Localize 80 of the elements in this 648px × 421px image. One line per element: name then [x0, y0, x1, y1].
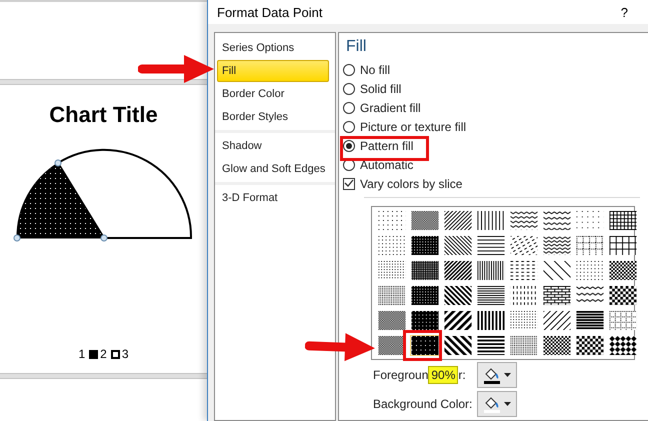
selection-handle[interactable] — [54, 160, 62, 166]
radio-label[interactable]: Picture or texture fill — [360, 120, 466, 134]
radio-label[interactable]: Solid fill — [360, 82, 402, 96]
pattern-swatch-icon[interactable] — [377, 285, 407, 306]
pattern-swatch-icon[interactable] — [476, 335, 506, 356]
legend-label: 3 — [122, 347, 129, 361]
category-item[interactable]: Glow and Soft Edges — [217, 158, 329, 180]
selection-handle[interactable] — [14, 234, 20, 242]
caret-icon — [504, 373, 510, 377]
pattern-swatch-icon[interactable] — [542, 285, 572, 306]
radio-button[interactable] — [343, 102, 355, 114]
radio-button[interactable] — [343, 82, 355, 94]
tooltip: 90% — [428, 366, 458, 384]
radio-button[interactable] — [343, 120, 355, 132]
section-heading: Fill — [346, 38, 368, 57]
category-item[interactable]: Series Options — [217, 37, 329, 59]
pattern-swatch-icon[interactable] — [509, 335, 539, 356]
legend-marker-icon — [89, 350, 98, 358]
pattern-swatch-icon[interactable] — [608, 310, 638, 331]
pattern-swatch-icon[interactable] — [443, 310, 473, 331]
dialog-title: Format Data Point — [217, 4, 322, 20]
caret-icon — [504, 402, 510, 406]
highlight-frame — [403, 330, 442, 361]
category-item[interactable]: Shadow — [217, 135, 329, 157]
radio-label[interactable]: Gradient fill — [360, 100, 421, 114]
pattern-swatch-icon[interactable] — [443, 260, 473, 281]
checkbox-label[interactable]: Vary colors by slice — [360, 176, 462, 190]
legend-marker-icon — [110, 350, 120, 358]
pattern-swatch-icon[interactable] — [608, 285, 638, 306]
pattern-swatch-icon[interactable] — [410, 335, 440, 356]
field-label: Background Color: — [373, 397, 472, 411]
pattern-swatch-icon[interactable] — [443, 235, 473, 256]
pattern-swatch-icon[interactable] — [542, 335, 572, 356]
field-label: r: — [458, 368, 466, 382]
pattern-swatch-icon[interactable] — [542, 210, 572, 231]
checkbox[interactable] — [343, 178, 355, 190]
pattern-swatch-icon[interactable] — [410, 285, 440, 306]
pattern-swatch-icon[interactable] — [410, 260, 440, 281]
pattern-swatch-icon[interactable] — [410, 210, 440, 231]
selection-handle[interactable] — [100, 234, 108, 242]
paint-bucket-icon — [484, 396, 500, 412]
radio-label[interactable]: Pattern fill — [360, 138, 414, 152]
field-label: Foregroun — [373, 368, 428, 382]
foreground-color-button[interactable] — [477, 362, 517, 388]
pattern-swatch-icon[interactable] — [410, 235, 440, 256]
pattern-swatch-icon[interactable] — [542, 310, 572, 331]
pattern-swatch-icon[interactable] — [476, 310, 506, 331]
pattern-swatch-icon[interactable] — [575, 310, 605, 331]
paint-bucket-icon — [484, 366, 500, 384]
pattern-swatch-icon[interactable] — [575, 335, 605, 356]
legend-label: 2 — [100, 347, 107, 361]
pattern-swatch-icon[interactable] — [476, 210, 506, 231]
pattern-swatch-icon[interactable] — [608, 235, 638, 256]
legend-label: 1 — [78, 347, 86, 361]
pattern-swatch-icon[interactable] — [608, 335, 638, 356]
pointer-arrow — [304, 330, 376, 364]
pattern-swatch-icon[interactable] — [542, 235, 572, 256]
category-item[interactable]: Fill — [217, 60, 329, 82]
radio-button[interactable] — [343, 64, 355, 76]
background-color-button[interactable] — [477, 391, 517, 417]
pattern-swatch-icon[interactable] — [443, 335, 473, 356]
chart-title: Chart Title — [49, 101, 158, 129]
pattern-swatch-icon[interactable] — [608, 210, 638, 231]
radio-label[interactable]: Automatic — [360, 158, 414, 172]
help-button[interactable]: ? — [620, 4, 628, 20]
pattern-swatch-icon[interactable] — [608, 260, 638, 281]
pattern-swatch-icon[interactable] — [443, 210, 473, 231]
category-item[interactable]: Border Styles — [217, 106, 329, 128]
pattern-swatch-icon[interactable] — [377, 310, 407, 331]
radio-label[interactable]: No fill — [360, 62, 390, 76]
pie-slice[interactable] — [16, 162, 104, 238]
pattern-swatch-icon[interactable] — [410, 310, 440, 331]
radio-button[interactable] — [343, 140, 355, 152]
pattern-swatch-icon[interactable] — [509, 210, 539, 231]
category-item[interactable]: 3-D Format — [217, 187, 329, 209]
pattern-swatch-icon[interactable] — [575, 235, 605, 256]
pattern-swatch-icon[interactable] — [476, 285, 506, 306]
category-item[interactable]: Border Color — [217, 83, 329, 105]
pattern-swatch-icon[interactable] — [476, 260, 506, 281]
pattern-swatch-icon[interactable] — [443, 285, 473, 306]
